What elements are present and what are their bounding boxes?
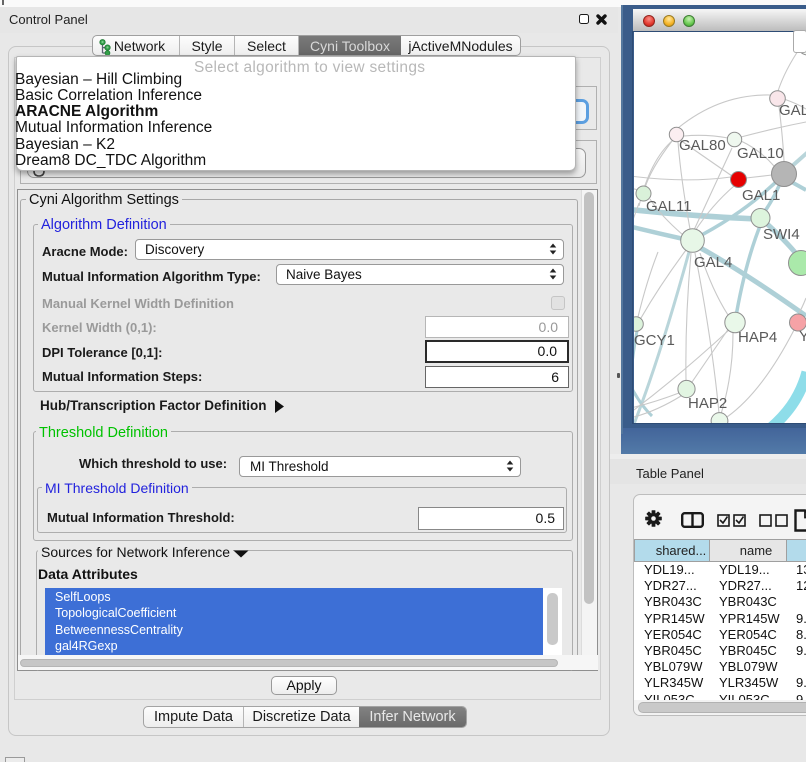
svg-text:GAL11: GAL11 [646,198,692,215]
svg-text:SWI4: SWI4 [763,226,800,243]
svg-text:Y: Y [799,328,806,345]
svg-text:HAP4: HAP4 [738,329,777,346]
svg-text:HAP2: HAP2 [688,395,727,412]
svg-text:GAL80: GAL80 [679,137,726,154]
svg-text:GAL1: GAL1 [742,187,780,204]
svg-text:GCY1: GCY1 [634,332,675,349]
svg-text:GAL10: GAL10 [737,145,784,162]
svg-text:GAL7: GAL7 [779,102,806,119]
svg-text:GAL4: GAL4 [694,254,732,271]
